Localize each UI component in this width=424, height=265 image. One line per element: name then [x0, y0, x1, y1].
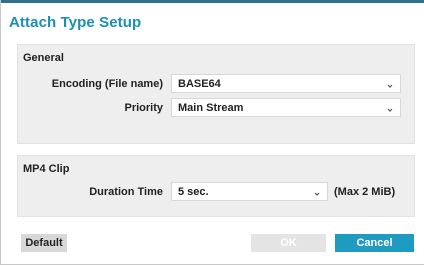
- ok-button[interactable]: OK: [251, 234, 326, 252]
- default-button[interactable]: Default: [21, 234, 67, 252]
- cancel-button[interactable]: Cancel: [335, 234, 414, 252]
- mp4-clip-section-title: MP4 Clip: [23, 163, 70, 175]
- priority-value: Main Stream: [178, 102, 244, 114]
- dialog-left-border: [0, 0, 1, 265]
- duration-max-note: (Max 2 MiB): [334, 186, 396, 198]
- encoding-label: Encoding (File name): [51, 78, 163, 90]
- duration-value: 5 sec.: [178, 186, 209, 198]
- encoding-select[interactable]: BASE64: [171, 74, 401, 93]
- general-section-title: General: [23, 52, 64, 64]
- encoding-value: BASE64: [178, 78, 221, 90]
- chevron-down-icon: [387, 84, 393, 88]
- chevron-down-icon: [387, 108, 393, 112]
- priority-select[interactable]: Main Stream: [171, 98, 401, 117]
- chevron-down-icon: [314, 192, 320, 196]
- duration-select[interactable]: 5 sec.: [171, 182, 328, 201]
- priority-label: Priority: [124, 102, 163, 114]
- general-section: General Encoding (File name) BASE64 Prio…: [17, 44, 415, 144]
- mp4-clip-section: MP4 Clip Duration Time 5 sec. (Max 2 MiB…: [17, 155, 415, 217]
- duration-label: Duration Time: [89, 186, 163, 198]
- dialog-top-border: [0, 0, 424, 3]
- dialog-title: Attach Type Setup: [9, 14, 142, 31]
